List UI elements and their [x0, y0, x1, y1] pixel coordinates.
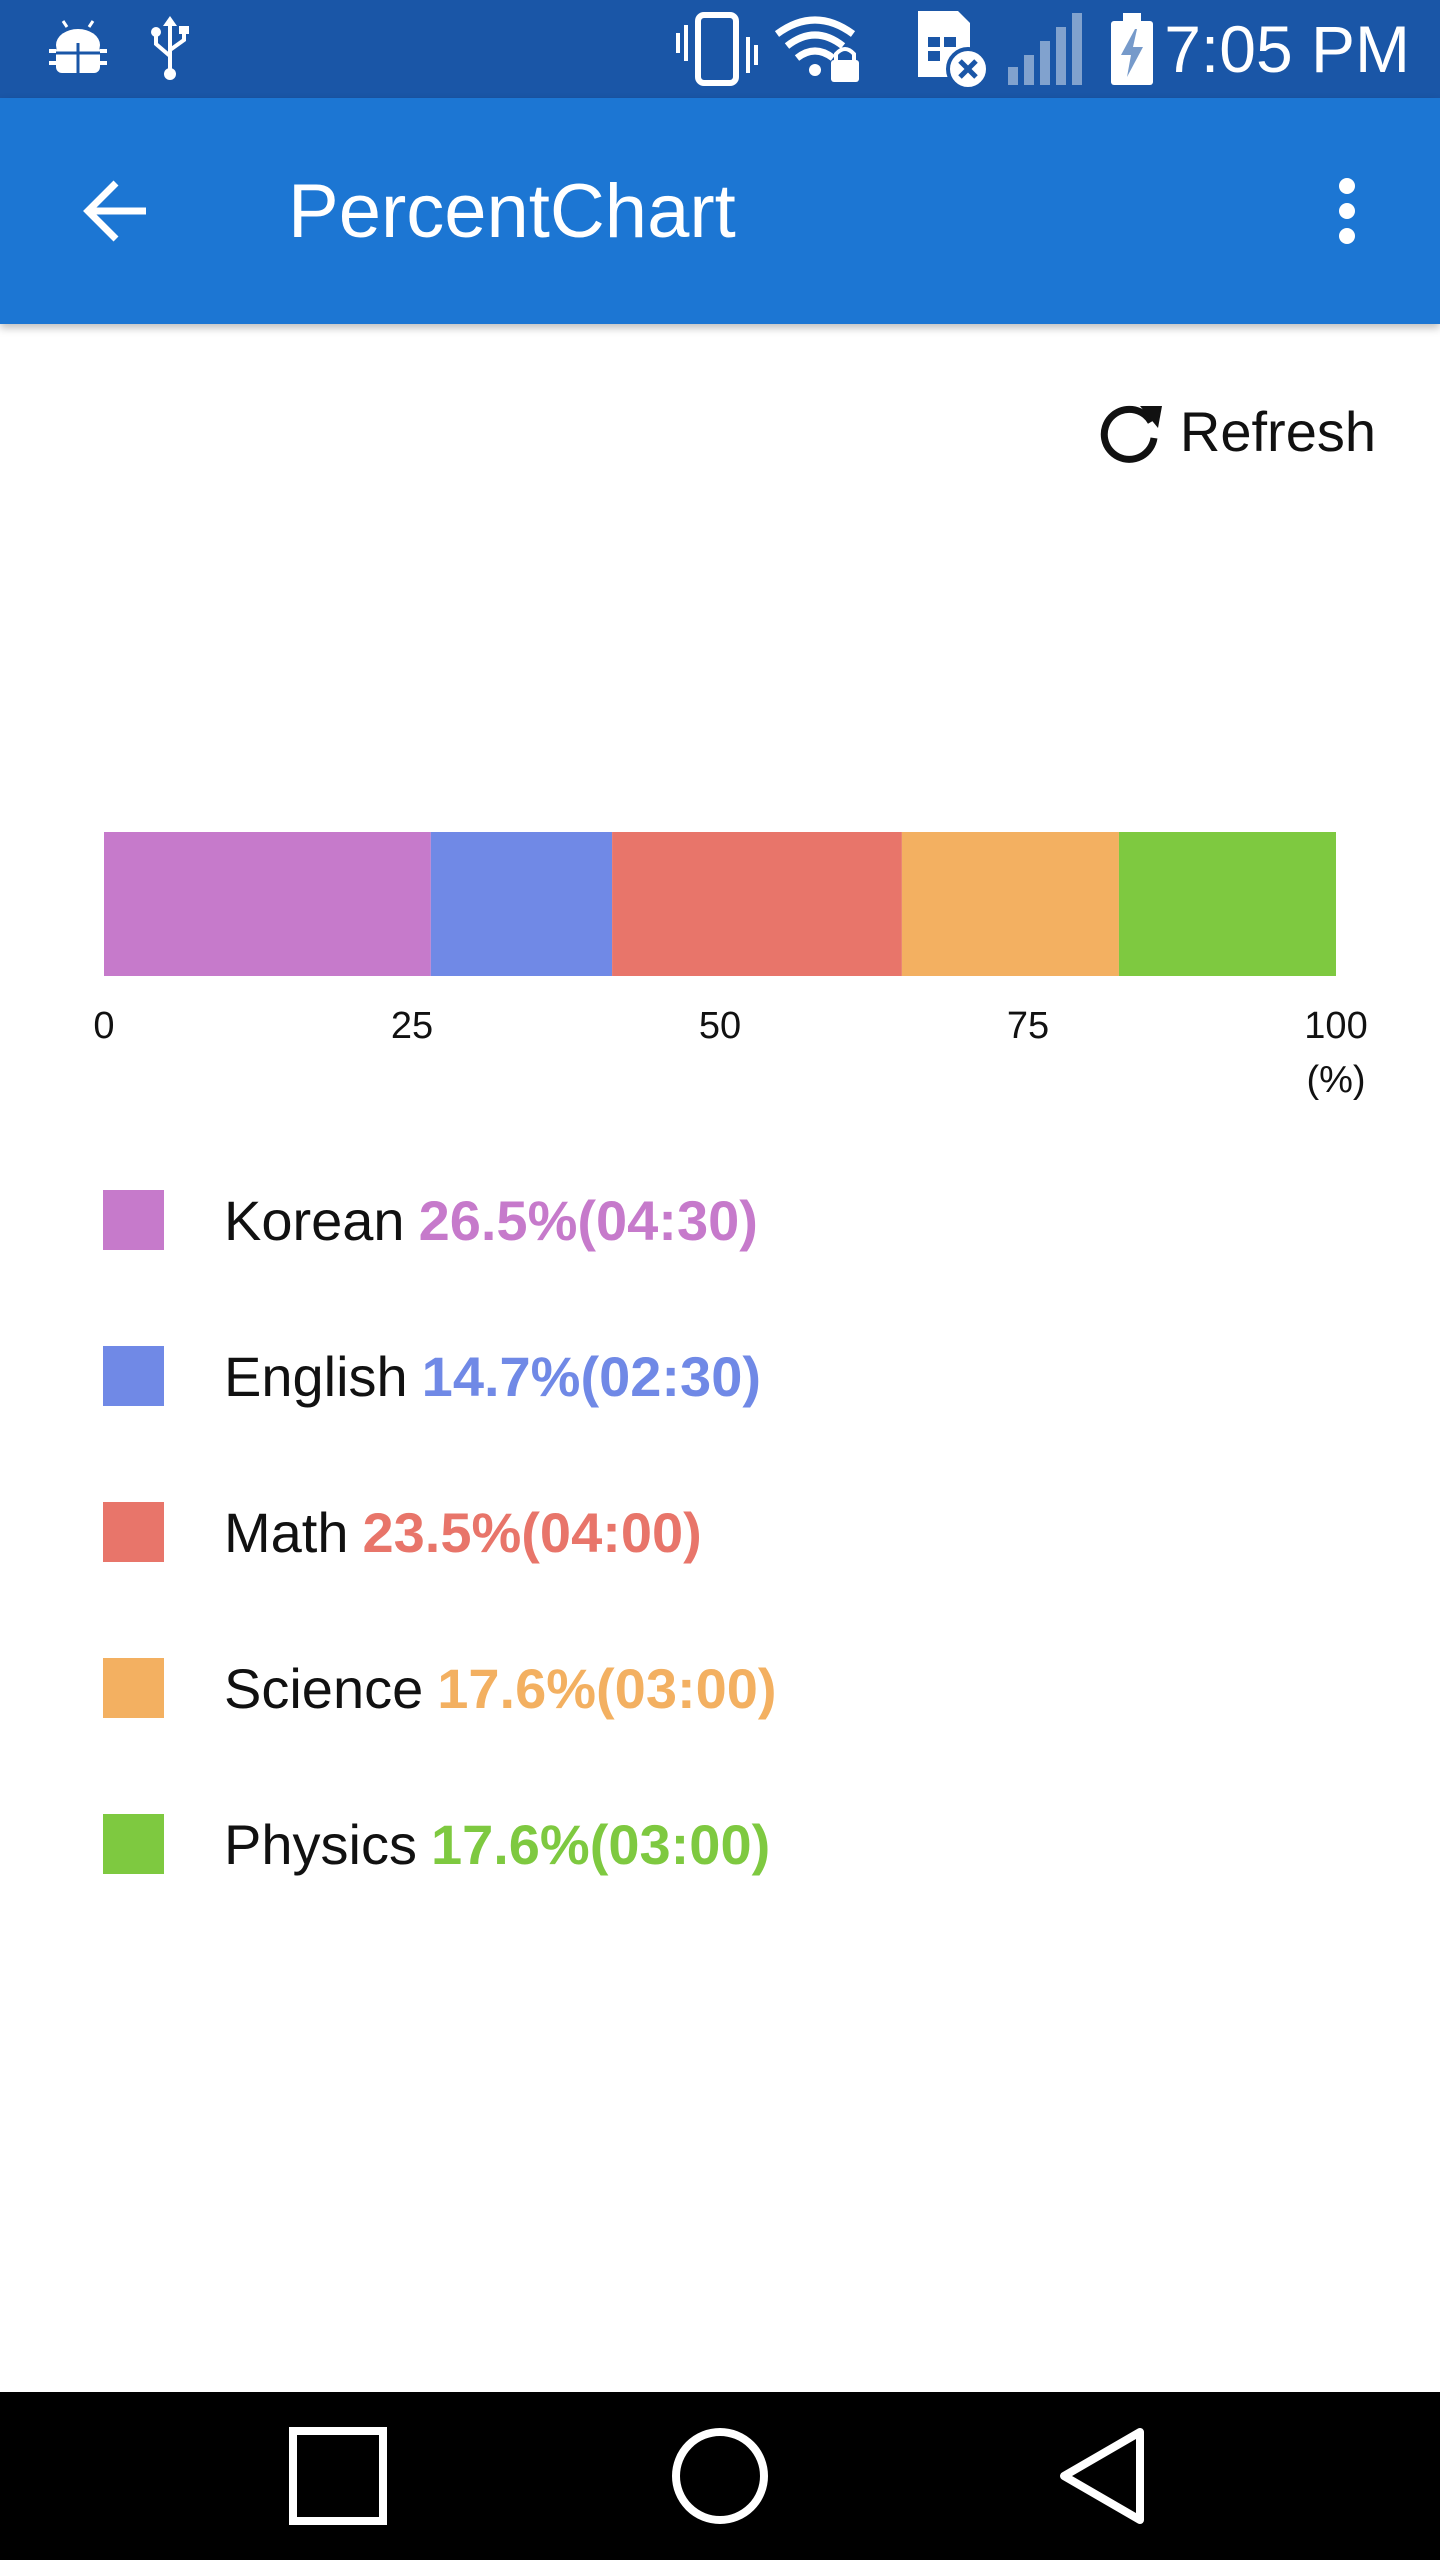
back-button[interactable]: [62, 158, 168, 264]
battery-charging-icon: [1102, 0, 1162, 98]
back-triangle-icon: [1060, 2428, 1144, 2524]
vibrate-icon: [672, 0, 762, 98]
legend-label: Science: [224, 1656, 424, 1720]
x-tick-label: 100: [1304, 1005, 1367, 1047]
bar-segment-math: [612, 832, 902, 976]
legend-swatch: [103, 1190, 164, 1250]
status-time: 7:05 PM: [1164, 12, 1410, 86]
navigation-bar: [0, 2392, 1440, 2560]
legend-item-math: Math 23.5%(04:00): [0, 1472, 1440, 1572]
legend-value: 17.6%(03:00): [437, 1656, 777, 1720]
legend-item-english: English 14.7%(02:30): [0, 1316, 1440, 1416]
bar-segment-science: [901, 832, 1119, 976]
x-tick-label: 25: [391, 1005, 433, 1047]
legend-text: Korean 26.5%(04:30): [224, 1160, 758, 1280]
home-circle-icon: [672, 2428, 768, 2524]
legend-label: Physics: [224, 1812, 417, 1876]
legend-item-science: Science 17.6%(03:00): [0, 1628, 1440, 1728]
legend-text: Science 17.6%(03:00): [224, 1628, 777, 1748]
legend-label: Korean: [224, 1188, 405, 1252]
status-bar: 7:05 PM: [0, 0, 1440, 98]
no-sim-icon: [908, 0, 992, 98]
more-vert-icon: [1339, 178, 1355, 244]
recents-button[interactable]: [238, 2392, 438, 2560]
x-tick-label: 50: [699, 1005, 741, 1047]
legend-value: 26.5%(04:30): [418, 1188, 758, 1252]
legend-item-korean: Korean 26.5%(04:30): [0, 1160, 1440, 1260]
legend-value: 23.5%(04:00): [362, 1500, 702, 1564]
refresh-label: Refresh: [1179, 399, 1376, 463]
x-tick-label: 75: [1007, 1005, 1049, 1047]
refresh-button[interactable]: Refresh: [1096, 388, 1376, 474]
legend-label: Math: [224, 1500, 349, 1564]
legend-label: English: [224, 1344, 408, 1408]
legend-item-physics: Physics 17.6%(03:00): [0, 1784, 1440, 1884]
app-bar: PercentChart: [0, 98, 1440, 324]
page-title: PercentChart: [288, 168, 736, 254]
percent-bar-chart: 0 25 50 75 100 (%): [0, 800, 1440, 1120]
bar-segment-korean: [104, 832, 431, 976]
legend-swatch: [103, 1814, 164, 1874]
home-button[interactable]: [620, 2392, 820, 2560]
chart-svg: 0 25 50 75 100 (%): [93, 832, 1368, 1101]
arrow-back-icon: [83, 180, 146, 242]
legend-swatch: [103, 1502, 164, 1562]
overflow-menu-button[interactable]: [1294, 158, 1400, 264]
x-tick-label: 0: [93, 1005, 114, 1047]
legend-text: English 14.7%(02:30): [224, 1316, 761, 1436]
legend-value: 17.6%(03:00): [430, 1812, 771, 1876]
legend-swatch: [103, 1658, 164, 1718]
wifi-lock-icon: [772, 0, 864, 98]
legend-swatch: [103, 1346, 164, 1406]
x-unit-label: (%): [1306, 1059, 1365, 1101]
back-nav-button[interactable]: [1002, 2392, 1202, 2560]
refresh-icon: [1100, 405, 1162, 463]
android-debug-icon: [38, 0, 118, 98]
bar-segment-english: [430, 832, 613, 976]
signal-icon: [1004, 0, 1088, 98]
legend-text: Physics 17.6%(03:00): [224, 1784, 770, 1904]
legend-value: 14.7%(02:30): [421, 1344, 761, 1408]
usb-icon: [140, 0, 200, 98]
recents-square-icon: [289, 2427, 387, 2525]
legend-text: Math 23.5%(04:00): [224, 1472, 702, 1592]
bar-segment-physics: [1118, 832, 1336, 976]
